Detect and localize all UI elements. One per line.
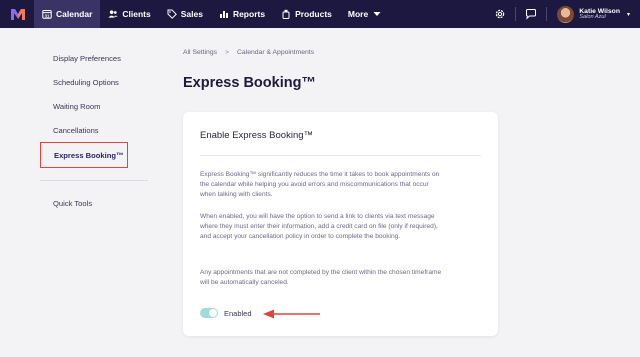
breadcrumb-current: Calendar & Appointments <box>237 49 315 56</box>
products-icon <box>281 9 291 19</box>
nav-more[interactable]: More <box>340 0 390 28</box>
toggle-knob <box>209 309 217 317</box>
breadcrumb-all-settings[interactable]: All Settings <box>183 49 217 56</box>
nav-clients-label: Clients <box>122 9 151 19</box>
settings-sidebar: Display Preferences Scheduling Options W… <box>40 46 150 215</box>
reports-icon <box>219 9 229 19</box>
brand-logo-icon[interactable] <box>4 0 32 28</box>
nav-sales-label: Sales <box>180 9 203 19</box>
sidebar-item-waiting-room[interactable]: Waiting Room <box>40 94 150 118</box>
card-title: Enable Express Booking™ <box>200 130 314 141</box>
nav-calendar[interactable]: 31 Calendar <box>34 0 101 28</box>
nav-products-label: Products <box>295 9 332 19</box>
express-booking-card: Enable Express Booking™ Express Booking™… <box>183 112 498 336</box>
card-divider <box>200 155 481 156</box>
avatar <box>557 5 575 23</box>
express-booking-toggle[interactable] <box>200 308 218 318</box>
nav-clients[interactable]: Clients <box>100 0 158 28</box>
page-title: Express Booking™ <box>183 75 316 91</box>
sidebar-divider <box>40 180 148 181</box>
settings-gear-icon[interactable] <box>487 0 513 28</box>
nav-more-label: More <box>347 9 369 19</box>
toggle-label: Enabled <box>224 308 252 318</box>
nav-divider <box>515 7 517 21</box>
nav-reports[interactable]: Reports <box>211 0 273 28</box>
sidebar-item-display-preferences[interactable]: Display Preferences <box>40 46 150 70</box>
calendar-icon: 31 <box>42 9 52 19</box>
nav-calendar-label: Calendar <box>56 9 93 19</box>
clients-icon <box>108 9 118 19</box>
breadcrumb-separator: > <box>225 49 229 56</box>
tag-icon <box>167 9 177 19</box>
sidebar-item-scheduling-options[interactable]: Scheduling Options <box>40 70 150 94</box>
user-business: Salon Azul <box>579 13 606 20</box>
caret-down-icon <box>372 9 382 19</box>
description-paragraph-1: Express Booking™ significantly reduces t… <box>200 171 440 199</box>
sidebar-item-quick-tools[interactable]: Quick Tools <box>40 191 150 215</box>
nav-products[interactable]: Products <box>273 0 340 28</box>
annotation-arrow-icon <box>263 309 320 319</box>
sidebar-item-express-booking[interactable]: Express Booking™ <box>40 142 128 168</box>
description-paragraph-2: When enabled, you will have the option t… <box>200 213 438 241</box>
sidebar-item-cancellations[interactable]: Cancellations <box>40 118 150 142</box>
nav-divider <box>546 7 548 21</box>
chat-icon[interactable] <box>518 0 544 28</box>
description-paragraph-3: Any appointments that are not completed … <box>200 269 442 287</box>
nav-sales[interactable]: Sales <box>159 0 211 28</box>
top-nav: 31 Calendar Clients Sales Reports Produc… <box>0 0 640 28</box>
nav-reports-label: Reports <box>232 9 266 19</box>
user-menu[interactable]: Katie Wilson Salon Azul ▾ <box>549 5 640 23</box>
breadcrumb: All Settings > Calendar & Appointments <box>183 49 314 56</box>
svg-text:31: 31 <box>45 13 50 18</box>
enabled-toggle-row: Enabled <box>200 308 252 318</box>
chevron-down-icon: ▾ <box>626 11 630 18</box>
